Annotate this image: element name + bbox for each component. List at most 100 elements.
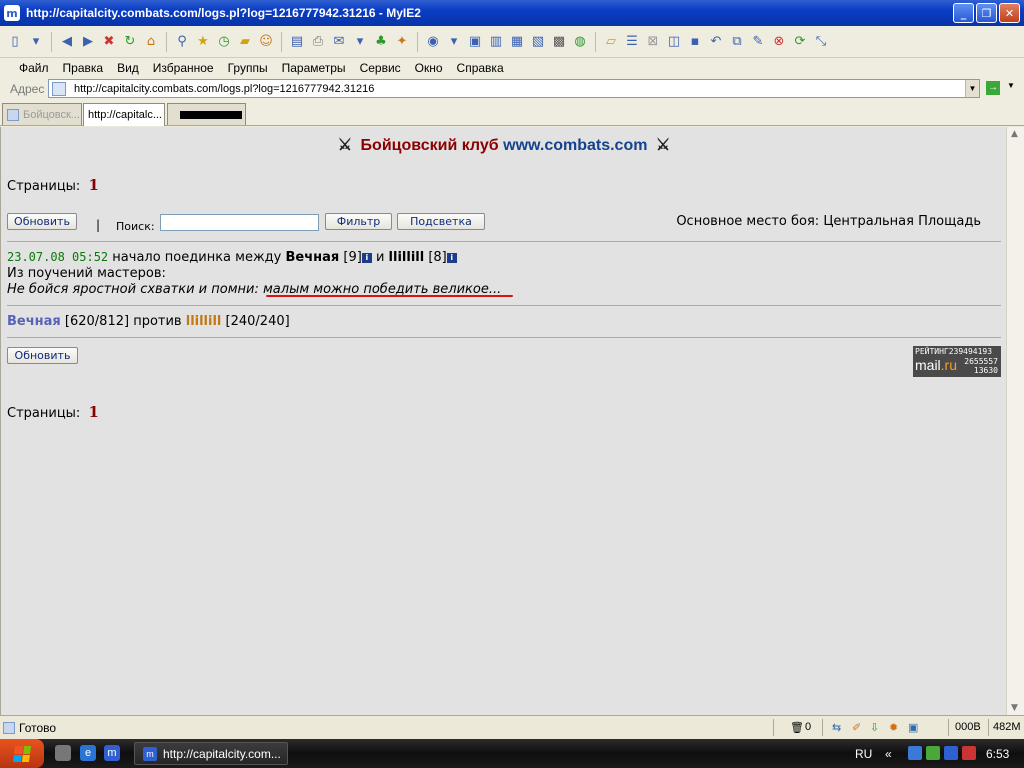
print-icon[interactable]: ⎙: [309, 33, 327, 51]
reload-all-icon[interactable]: ⟳: [791, 33, 809, 51]
screen-icon[interactable]: ▦: [508, 33, 526, 51]
language-indicator[interactable]: RU: [855, 747, 872, 761]
rating-brand-dot: .ru: [940, 357, 958, 373]
menu-options[interactable]: Параметры: [275, 61, 353, 75]
info-icon[interactable]: i: [361, 253, 372, 263]
refresh-icon[interactable]: ↻: [121, 33, 139, 51]
status-separator: [773, 719, 774, 736]
myie2-quicklaunch-icon[interactable]: m: [104, 745, 120, 761]
address-label: Адрес: [10, 81, 45, 96]
new-page-icon[interactable]: ▯: [6, 33, 24, 51]
toolbar-separator: [417, 31, 418, 52]
brush-icon[interactable]: ✐: [852, 721, 861, 734]
antivirus-icon[interactable]: [926, 746, 940, 760]
globe-dropdown-icon[interactable]: ▾: [445, 33, 463, 51]
go-icon[interactable]: →: [986, 81, 1000, 95]
address-url[interactable]: http://capitalcity.combats.com/logs.pl?l…: [74, 83, 374, 95]
undo-icon[interactable]: ↶: [707, 33, 725, 51]
tab-logs[interactable]: http://capitalc...: [83, 103, 165, 126]
close-tab-icon[interactable]: ⊠: [644, 33, 662, 51]
internet-explorer-icon[interactable]: e: [80, 745, 96, 761]
mail-icon[interactable]: ✉: [330, 33, 348, 51]
menu-help[interactable]: Справка: [450, 61, 511, 75]
save-icon[interactable]: ▪: [686, 33, 704, 51]
windows-logo-icon: [12, 745, 32, 762]
split-icon[interactable]: ◫: [665, 33, 683, 51]
myie2-app-icon[interactable]: m: [4, 5, 20, 21]
taskbar-window-button[interactable]: m http://capitalcity.com...: [134, 742, 288, 765]
close-button[interactable]: ✕: [999, 3, 1020, 23]
page-link[interactable]: 1: [88, 403, 98, 421]
info-icon[interactable]: i: [446, 253, 457, 263]
trash-icon[interactable]: 🗑: [790, 721, 804, 734]
filter-button[interactable]: Фильтр: [325, 213, 392, 230]
refresh-button[interactable]: Обновить: [7, 213, 77, 230]
scroll-down-icon[interactable]: ▼: [1011, 703, 1018, 713]
open-folder-icon[interactable]: ▱: [602, 33, 620, 51]
refresh-button-bottom[interactable]: Обновить: [7, 347, 78, 364]
gallery-icon[interactable]: ▩: [550, 33, 568, 51]
forward-icon[interactable]: ▶: [79, 33, 97, 51]
menu-view[interactable]: Вид: [110, 61, 146, 75]
page-view-icon[interactable]: ▤: [288, 33, 306, 51]
page-link[interactable]: 1: [88, 176, 98, 194]
go-dropdown-icon[interactable]: ▼: [1007, 81, 1015, 90]
toolbar-separator: [595, 31, 596, 52]
menu-groups[interactable]: Группы: [221, 61, 275, 75]
stop-icon[interactable]: ✖: [100, 33, 118, 51]
edit-icon[interactable]: ✎: [749, 33, 767, 51]
scroll-up-icon[interactable]: ▲: [1011, 129, 1018, 139]
history-icon[interactable]: ◷: [215, 33, 233, 51]
settings-gear-icon[interactable]: ✹: [889, 721, 898, 734]
resize-icon[interactable]: ⤡: [812, 33, 830, 51]
menu-edit[interactable]: Правка: [56, 61, 111, 75]
club-site-link[interactable]: www.combats.com: [503, 137, 647, 154]
search-input[interactable]: [160, 214, 319, 231]
tab-redacted[interactable]: [167, 103, 246, 125]
network-icon[interactable]: [908, 746, 922, 760]
tools-icon[interactable]: ♣: [372, 33, 390, 51]
kaspersky-icon[interactable]: [962, 746, 976, 760]
tile-icon[interactable]: ▥: [487, 33, 505, 51]
window-icon[interactable]: ▣: [466, 33, 484, 51]
plugins-icon[interactable]: ✦: [393, 33, 411, 51]
list-icon[interactable]: ☰: [623, 33, 641, 51]
sync-icon[interactable]: ⇆: [832, 721, 841, 734]
address-input[interactable]: http://capitalcity.combats.com/logs.pl?l…: [48, 79, 980, 98]
home-icon[interactable]: ⌂: [142, 33, 160, 51]
menu-window[interactable]: Окно: [408, 61, 450, 75]
rating-top-text: РЕЙТИНГ239494193: [915, 347, 993, 356]
menu-file[interactable]: Файл: [12, 61, 56, 75]
restore-button[interactable]: ❐: [976, 3, 997, 23]
quicklaunch-icon[interactable]: [55, 745, 71, 761]
folder-icon[interactable]: ▰: [236, 33, 254, 51]
menu-bar: Файл Правка Вид Избранное Группы Парамет…: [0, 58, 1024, 77]
globe-icon[interactable]: ◉: [424, 33, 442, 51]
fighter2-hp-name[interactable]: llillill: [186, 314, 222, 329]
copy-icon[interactable]: ⧉: [728, 33, 746, 51]
vertical-scrollbar[interactable]: ▲ ▼: [1006, 127, 1024, 715]
tray-expand-icon[interactable]: «: [885, 747, 892, 761]
user-icon[interactable]: ☺: [257, 33, 275, 51]
mailru-rating-badge[interactable]: РЕЙТИНГ239494193 mail.ru 2655557 13630: [913, 346, 1001, 377]
myie2-tray-icon[interactable]: [944, 746, 958, 760]
zoom-icon[interactable]: ▣: [908, 721, 918, 734]
tab-combats[interactable]: Бойцовск...: [2, 103, 82, 125]
close-all-icon[interactable]: ⊗: [770, 33, 788, 51]
image-icon[interactable]: ▧: [529, 33, 547, 51]
mail-dropdown-icon[interactable]: ▾: [351, 33, 369, 51]
highlight-button[interactable]: Подсветка: [397, 213, 485, 230]
minimize-button[interactable]: _: [953, 3, 974, 23]
favorites-icon[interactable]: ★: [194, 33, 212, 51]
start-button[interactable]: [0, 739, 44, 768]
earth-icon[interactable]: ◍: [571, 33, 589, 51]
search-icon[interactable]: ⚲: [173, 33, 191, 51]
menu-tools[interactable]: Сервис: [353, 61, 408, 75]
menu-favorites[interactable]: Избранное: [146, 61, 221, 75]
fighter1-hp-name[interactable]: Вечная: [7, 314, 61, 329]
new-dropdown-icon[interactable]: ▾: [27, 33, 45, 51]
address-dropdown-icon[interactable]: ▼: [965, 80, 979, 97]
back-icon[interactable]: ◀: [58, 33, 76, 51]
download-icon[interactable]: ⇩: [870, 721, 879, 734]
fighter2-name: llillill: [388, 250, 425, 265]
